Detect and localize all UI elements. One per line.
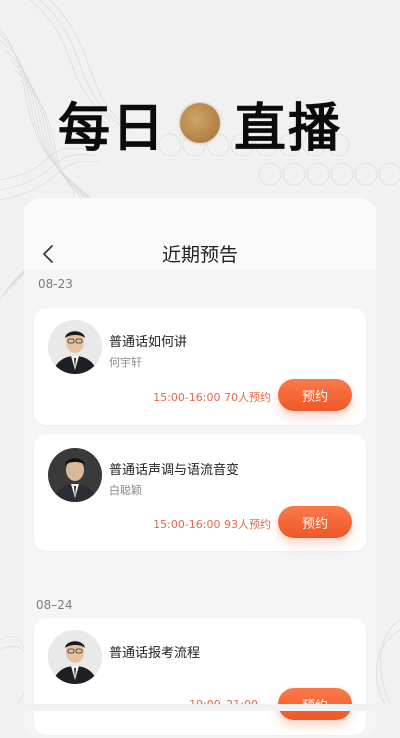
course-card[interactable]: 普通话报考流程 19:00–21:00 预约 (34, 618, 366, 735)
course-card[interactable]: 普通话声调与语流音变 白聪颖 15:00-16:00 93人预约 预约 (34, 434, 366, 551)
course-title: 普通话报考流程 (109, 646, 201, 661)
ink-dot-icon (180, 103, 220, 143)
avatar (48, 320, 102, 374)
course-title: 普通话如何讲 (109, 335, 188, 350)
avatar (48, 630, 102, 684)
course-title: 普通话声调与语流音变 (109, 463, 240, 478)
book-button[interactable]: 预约 (278, 506, 352, 538)
avatar (48, 448, 102, 502)
booking-count: 93人预约 (224, 518, 271, 531)
book-button[interactable]: 预约 (278, 379, 352, 411)
bottom-edge (0, 704, 400, 711)
hero-title: 每日 直播 (0, 88, 400, 159)
date-label: 08-23 (38, 277, 73, 291)
hero-title-right: 直播 (234, 97, 343, 159)
schedule-panel: 近期预告 08-23 普通话如何讲 何宇轩 15:00-16:00 70人预约 … (24, 198, 376, 738)
time-range: 15:00-16:00 (153, 391, 221, 404)
hero-title-left: 每日 (57, 97, 166, 159)
teacher-name: 白聪颖 (109, 484, 142, 497)
booking-count: 70人预约 (224, 391, 271, 404)
date-label: 08–24 (36, 598, 73, 612)
schedule-info: 15:00-16:00 70人预约 (153, 389, 271, 405)
panel-header: 近期预告 (24, 198, 376, 270)
page-title: 近期预告 (161, 244, 238, 266)
course-card[interactable]: 普通话如何讲 何宇轩 15:00-16:00 70人预约 预约 (34, 308, 366, 425)
schedule-info: 15:00-16:00 93人预约 (153, 516, 271, 532)
teacher-name: 何宇轩 (109, 356, 142, 369)
time-range: 15:00-16:00 (153, 518, 221, 531)
